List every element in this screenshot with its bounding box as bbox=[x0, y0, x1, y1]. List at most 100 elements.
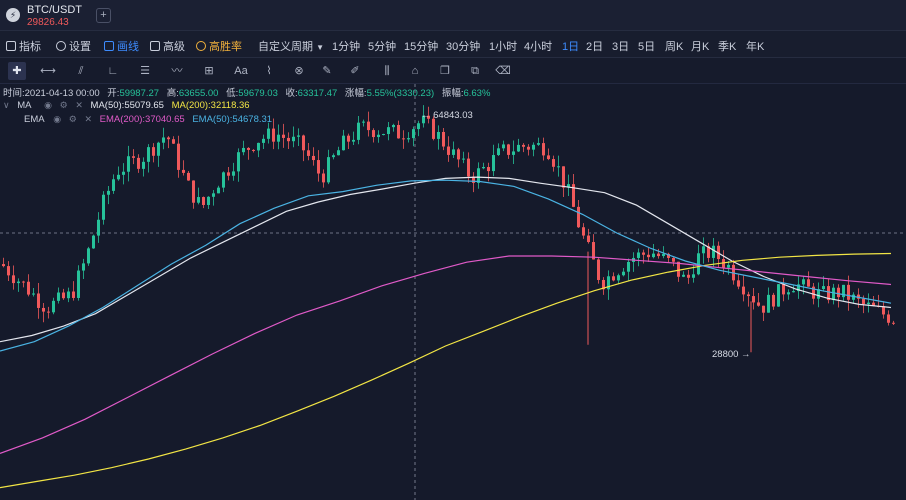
candle-body bbox=[467, 158, 470, 177]
close-icon[interactable]: ✕ bbox=[84, 114, 92, 125]
candle-body bbox=[332, 155, 335, 158]
layers-tool-icon[interactable]: ⧉ bbox=[466, 62, 484, 80]
eye-icon[interactable]: ◉ bbox=[53, 114, 61, 125]
trash-tool-icon[interactable]: ⌫ bbox=[494, 62, 512, 80]
ma-name: MA bbox=[17, 100, 32, 111]
candle-body bbox=[552, 159, 555, 167]
timeframe-5[interactable]: 4小时 bbox=[524, 38, 552, 54]
advanced-button[interactable]: 高级 bbox=[150, 38, 185, 54]
candle-body bbox=[172, 139, 175, 144]
timeframe-6[interactable]: 1日 bbox=[562, 38, 579, 54]
measure-box-icon[interactable]: ⊞ bbox=[200, 62, 218, 80]
angle-line-icon[interactable]: ∟ bbox=[104, 62, 122, 80]
timeframe-9[interactable]: 5日 bbox=[638, 38, 655, 54]
copy-tool-icon[interactable]: ❐ bbox=[436, 62, 454, 80]
candle-body bbox=[37, 293, 40, 308]
timeframe-13[interactable]: 年K bbox=[746, 38, 764, 54]
win-rate-button[interactable]: 高胜率 bbox=[196, 38, 242, 54]
candle-body bbox=[397, 124, 400, 139]
gear-icon bbox=[56, 41, 66, 51]
candle-body bbox=[547, 155, 550, 160]
candle-body bbox=[267, 128, 270, 139]
timeframe-1[interactable]: 5分钟 bbox=[368, 38, 396, 54]
candle-body bbox=[282, 134, 285, 138]
pencil-tool-icon[interactable]: ✐ bbox=[346, 62, 364, 80]
candle-body bbox=[7, 266, 10, 276]
high-marker: ← 64843.03 bbox=[421, 110, 473, 121]
candle-body bbox=[377, 134, 380, 138]
candle-body bbox=[192, 180, 195, 203]
candle-body bbox=[822, 286, 825, 290]
lock-tool-icon[interactable]: ⌂ bbox=[406, 62, 424, 80]
wave-pattern-icon[interactable]: 〰 bbox=[168, 62, 186, 80]
text-tool-icon[interactable]: Aa bbox=[232, 62, 250, 80]
candle-body bbox=[252, 149, 255, 151]
ema200-value: EMA(200):37040.65 bbox=[99, 114, 185, 125]
title-bar: ⚡ BTC/USDT 29826.43 + bbox=[0, 0, 906, 31]
ohlc-readout: 时间:2021-04-13 00:00 开:59987.27 高:63655.0… bbox=[3, 85, 495, 99]
add-tab-button[interactable]: + bbox=[96, 8, 111, 23]
candle-body bbox=[692, 274, 695, 278]
symbol-name[interactable]: BTC/USDT bbox=[27, 4, 82, 16]
drawing-button[interactable]: 画线 bbox=[104, 38, 139, 54]
ma50-value: MA(50):55079.65 bbox=[90, 100, 164, 111]
candle-body bbox=[627, 261, 630, 272]
candle-body bbox=[287, 137, 290, 142]
candle-body bbox=[187, 172, 190, 181]
timeframe-12[interactable]: 季K bbox=[718, 38, 736, 54]
horizontal-ray-icon[interactable]: ⟷ bbox=[39, 62, 57, 80]
eye-icon[interactable]: ◉ bbox=[44, 100, 52, 111]
custom-period-dropdown[interactable]: 自定义周期 ▼ bbox=[258, 38, 324, 54]
candle-body bbox=[432, 118, 435, 139]
ruler-icon[interactable]: ⌇ bbox=[260, 62, 278, 80]
timeframe-4[interactable]: 1小时 bbox=[489, 38, 517, 54]
chart-area[interactable]: ← 64843.03 28800 → 时间:2021-04-13 00:00 开:… bbox=[0, 84, 906, 500]
candle-body bbox=[222, 172, 225, 188]
candle-body bbox=[357, 122, 360, 140]
candle-body bbox=[297, 135, 300, 137]
candle-body bbox=[382, 134, 385, 136]
candle-body bbox=[67, 291, 70, 299]
timeframe-2[interactable]: 15分钟 bbox=[404, 38, 438, 54]
close-icon[interactable]: ✕ bbox=[75, 100, 83, 111]
fib-levels-icon[interactable]: ☰ bbox=[136, 62, 154, 80]
brush-tool-icon[interactable]: ✎ bbox=[318, 62, 336, 80]
candle-body bbox=[137, 157, 140, 169]
timeframe-0[interactable]: 1分钟 bbox=[332, 38, 360, 54]
candle-body bbox=[157, 142, 160, 156]
candle-body bbox=[642, 252, 645, 255]
candle-pattern-icon[interactable]: ⫼ bbox=[378, 62, 396, 80]
collapse-arrow-icon[interactable]: ∨ bbox=[3, 100, 10, 111]
candle-body bbox=[312, 155, 315, 161]
gear-icon[interactable]: ⚙ bbox=[60, 100, 68, 111]
candle-body bbox=[147, 147, 150, 162]
candlestick-chart[interactable]: ← 64843.03 28800 → bbox=[0, 84, 906, 500]
timeframe-7[interactable]: 2日 bbox=[586, 38, 603, 54]
candle-body bbox=[757, 302, 760, 306]
timeframe-10[interactable]: 周K bbox=[665, 38, 683, 54]
candle-body bbox=[637, 252, 640, 258]
indicators-button[interactable]: 指标 bbox=[6, 38, 41, 54]
gear-icon[interactable]: ⚙ bbox=[69, 114, 77, 125]
candle-body bbox=[132, 156, 135, 158]
candle-body bbox=[307, 150, 310, 156]
candle-body bbox=[737, 280, 740, 287]
crosshair-icon[interactable]: ✚ bbox=[8, 62, 26, 80]
settings-button[interactable]: 设置 bbox=[56, 38, 91, 54]
candle-body bbox=[787, 292, 790, 295]
candle-body bbox=[487, 167, 490, 172]
candle-body bbox=[502, 144, 505, 149]
settings-label: 设置 bbox=[69, 41, 91, 53]
candle-body bbox=[687, 274, 690, 278]
timeframe-3[interactable]: 30分钟 bbox=[446, 38, 480, 54]
candle-body bbox=[112, 179, 115, 191]
magnet-icon[interactable]: ⊗ bbox=[290, 62, 308, 80]
ema-legend: EMA ◉ ⚙ ✕ EMA(200):37040.65 EMA(50):5467… bbox=[24, 114, 277, 125]
parallel-channel-icon[interactable]: ⫽ bbox=[72, 62, 90, 80]
timeframe-11[interactable]: 月K bbox=[691, 38, 709, 54]
ma200-value: MA(200):32118.36 bbox=[171, 100, 250, 111]
candle-body bbox=[97, 219, 100, 236]
candle-body bbox=[152, 147, 155, 156]
timeframe-8[interactable]: 3日 bbox=[612, 38, 629, 54]
candle-body bbox=[712, 245, 715, 258]
